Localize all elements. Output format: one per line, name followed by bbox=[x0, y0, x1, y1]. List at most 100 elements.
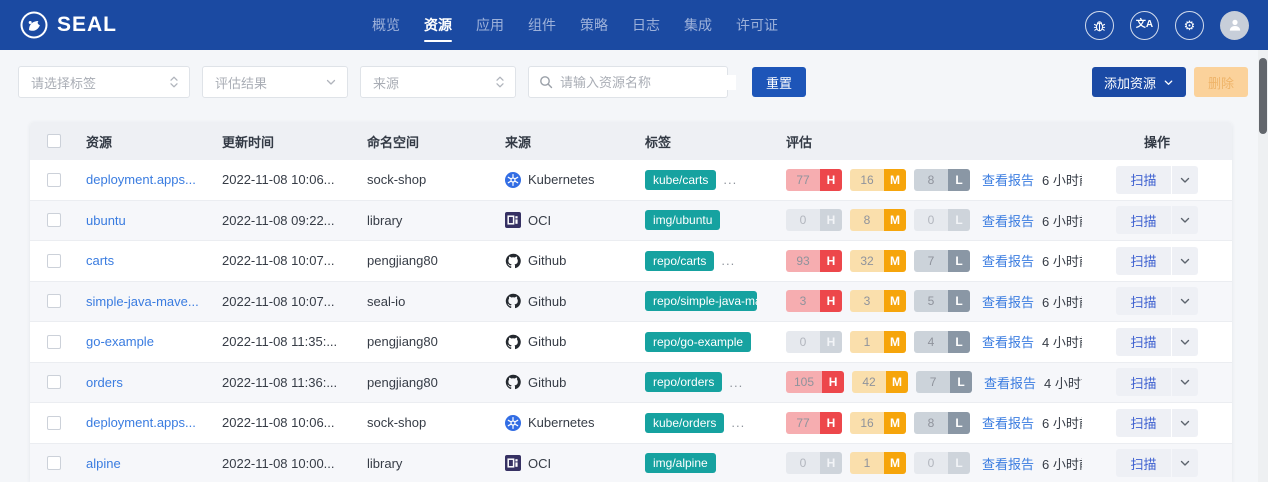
scan-dropdown-button[interactable] bbox=[1171, 165, 1198, 194]
scan-button[interactable]: 扫描 bbox=[1116, 206, 1171, 235]
scan-button[interactable]: 扫描 bbox=[1116, 408, 1171, 437]
source-cell: Kubernetes bbox=[497, 171, 637, 188]
medium-severity-chip: 1M bbox=[850, 452, 906, 475]
nav-item-3[interactable]: 组件 bbox=[528, 0, 556, 50]
source-filter-select[interactable]: 来源 bbox=[360, 66, 516, 98]
nav-item-1[interactable]: 资源 bbox=[424, 0, 452, 50]
scan-button[interactable]: 扫描 bbox=[1116, 368, 1171, 397]
chevron-down-icon bbox=[325, 76, 337, 88]
settings-gear-icon[interactable]: ⚙ bbox=[1175, 10, 1204, 40]
namespace-label: sock-shop bbox=[367, 172, 427, 188]
brand[interactable]: SEAL bbox=[20, 11, 117, 39]
resource-link[interactable]: carts bbox=[86, 253, 114, 268]
view-report-link[interactable]: 查看报告 bbox=[982, 170, 1034, 189]
low-count: 0 bbox=[914, 209, 948, 232]
high-letter: H bbox=[822, 371, 845, 394]
column-header-actions: 操作 bbox=[1143, 134, 1170, 150]
source-label: OCI bbox=[528, 212, 552, 228]
scan-dropdown-button[interactable] bbox=[1171, 246, 1198, 275]
view-report-link[interactable]: 查看报告 bbox=[982, 413, 1034, 432]
scan-dropdown-button[interactable] bbox=[1171, 206, 1198, 235]
vertical-scrollbar-track[interactable] bbox=[1258, 50, 1268, 482]
nav-item-5[interactable]: 日志 bbox=[632, 0, 660, 50]
medium-count: 3 bbox=[850, 290, 884, 313]
high-letter: H bbox=[820, 330, 842, 353]
nav-item-2[interactable]: 应用 bbox=[476, 0, 504, 50]
high-letter: H bbox=[820, 452, 842, 475]
view-report-link[interactable]: 查看报告 bbox=[982, 332, 1034, 351]
scan-dropdown-button[interactable] bbox=[1171, 408, 1198, 437]
low-letter: L bbox=[948, 290, 970, 313]
resource-link[interactable]: go-example bbox=[86, 334, 154, 349]
eval-filter-placeholder: 评估结果 bbox=[215, 75, 268, 91]
actions-cell: 扫描 bbox=[1082, 287, 1232, 316]
low-severity-chip: 8L bbox=[914, 411, 970, 434]
scan-dropdown-button[interactable] bbox=[1171, 327, 1198, 356]
row-checkbox[interactable] bbox=[47, 253, 61, 268]
nav-item-4[interactable]: 策略 bbox=[580, 0, 608, 50]
search-icon bbox=[539, 75, 553, 89]
actions-cell: 扫描 bbox=[1082, 449, 1232, 478]
nav-item-6[interactable]: 集成 bbox=[684, 0, 712, 50]
report-age: 6 小时前 bbox=[1042, 173, 1082, 189]
tag-filter-select[interactable]: 请选择标签 bbox=[18, 66, 190, 98]
scan-dropdown-button[interactable] bbox=[1171, 368, 1198, 397]
view-report-link[interactable]: 查看报告 bbox=[982, 454, 1034, 473]
row-checkbox[interactable] bbox=[47, 375, 61, 390]
scan-button[interactable]: 扫描 bbox=[1116, 246, 1171, 275]
low-severity-chip: 4L bbox=[914, 330, 970, 353]
column-header-source: 来源 bbox=[505, 134, 532, 150]
source-cell: Github bbox=[497, 253, 637, 269]
row-checkbox[interactable] bbox=[47, 334, 61, 349]
scan-dropdown-button[interactable] bbox=[1171, 449, 1198, 478]
resource-link[interactable]: orders bbox=[86, 375, 123, 390]
resource-link[interactable]: deployment.apps... bbox=[86, 415, 196, 430]
add-resource-button[interactable]: 添加资源 bbox=[1091, 67, 1186, 97]
row-checkbox[interactable] bbox=[47, 172, 61, 187]
nav-item-7[interactable]: 许可证 bbox=[736, 0, 778, 50]
nav-item-0[interactable]: 概览 bbox=[372, 0, 400, 50]
updated-time: 2022-11-08 10:06... bbox=[222, 415, 335, 431]
low-count: 0 bbox=[914, 452, 948, 475]
high-severity-chip: 105 H bbox=[786, 371, 845, 394]
resource-link[interactable]: deployment.apps... bbox=[86, 172, 196, 187]
language-icon[interactable]: 文A bbox=[1130, 10, 1159, 40]
view-report-link[interactable]: 查看报告 bbox=[984, 373, 1036, 392]
vertical-scrollbar-thumb[interactable] bbox=[1259, 58, 1267, 134]
scan-button[interactable]: 扫描 bbox=[1116, 287, 1171, 316]
resource-link[interactable]: alpine bbox=[86, 456, 121, 471]
medium-severity-chip: 42 M bbox=[852, 371, 909, 394]
view-report-link[interactable]: 查看报告 bbox=[982, 211, 1034, 230]
low-count: 5 bbox=[914, 290, 948, 313]
medium-severity-chip: 16 M bbox=[850, 168, 906, 191]
github-icon bbox=[505, 294, 521, 309]
updown-caret-icon bbox=[495, 75, 505, 89]
user-avatar[interactable] bbox=[1220, 10, 1249, 40]
resource-link[interactable]: simple-java-mave... bbox=[86, 294, 199, 309]
tags-cell: repo/carts ... bbox=[637, 250, 778, 271]
high-severity-chip: 0H bbox=[786, 209, 842, 232]
actions-cell: 扫描 bbox=[1082, 368, 1232, 397]
scan-button[interactable]: 扫描 bbox=[1116, 165, 1171, 194]
delete-button[interactable]: 删除 bbox=[1193, 67, 1248, 97]
scan-dropdown-button[interactable] bbox=[1171, 287, 1198, 316]
medium-count: 1 bbox=[850, 452, 884, 475]
actions-cell: 扫描 bbox=[1082, 327, 1232, 356]
view-report-link[interactable]: 查看报告 bbox=[982, 292, 1034, 311]
bug-report-icon[interactable] bbox=[1085, 10, 1114, 40]
row-checkbox[interactable] bbox=[47, 456, 61, 471]
low-count: 8 bbox=[914, 168, 948, 191]
row-checkbox[interactable] bbox=[47, 213, 61, 228]
namespace-label: library bbox=[367, 212, 403, 228]
view-report-link[interactable]: 查看报告 bbox=[982, 251, 1034, 270]
select-all-checkbox[interactable] bbox=[47, 134, 61, 148]
reset-button[interactable]: 重置 bbox=[752, 67, 807, 97]
column-header-tags: 标签 bbox=[645, 134, 672, 150]
resource-link[interactable]: ubuntu bbox=[86, 213, 126, 228]
scan-button[interactable]: 扫描 bbox=[1116, 327, 1171, 356]
search-input[interactable] bbox=[560, 74, 736, 90]
row-checkbox[interactable] bbox=[47, 294, 61, 309]
row-checkbox[interactable] bbox=[47, 415, 61, 430]
scan-button[interactable]: 扫描 bbox=[1116, 449, 1171, 478]
eval-filter-select[interactable]: 评估结果 bbox=[202, 66, 348, 98]
